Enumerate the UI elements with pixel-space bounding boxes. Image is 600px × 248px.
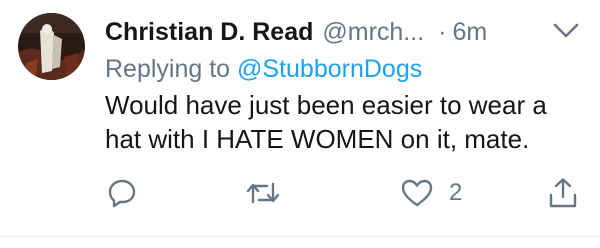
divider	[0, 236, 600, 237]
share-icon	[548, 177, 578, 209]
reply-icon	[107, 178, 137, 208]
retweet-button[interactable]	[245, 176, 281, 210]
like-count: 2	[449, 179, 463, 206]
share-button[interactable]	[548, 176, 578, 210]
reply-button[interactable]	[107, 176, 137, 210]
like-button[interactable]: 2	[401, 176, 462, 210]
retweet-icon	[245, 178, 281, 208]
tweet[interactable]: Christian D. Read @mrch... · 6m Replying…	[0, 0, 600, 248]
action-bar: 2	[0, 0, 600, 248]
heart-icon	[401, 178, 433, 208]
